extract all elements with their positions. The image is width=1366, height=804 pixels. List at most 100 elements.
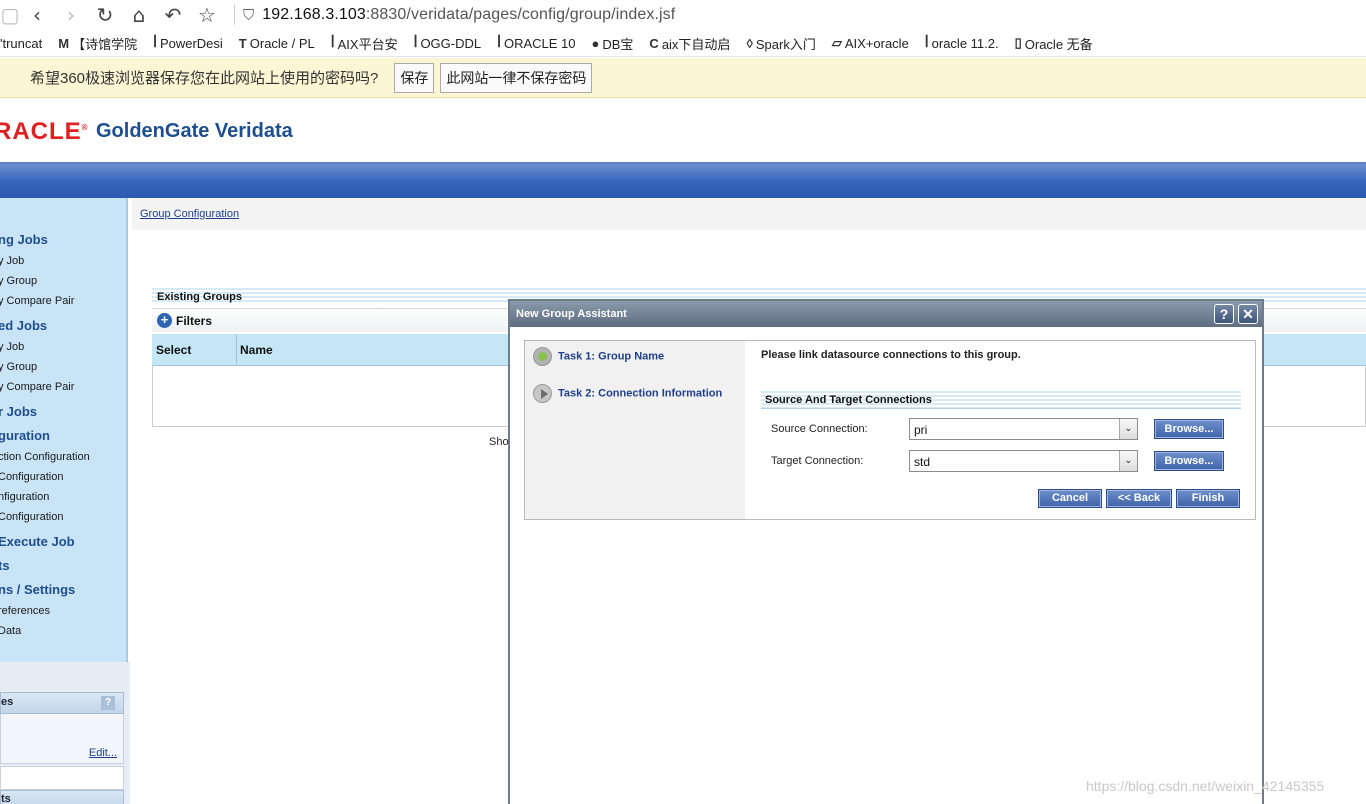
address-bar[interactable]: 192.168.3.103:8830/veridata/pages/config…	[262, 6, 675, 24]
bookmark-favicon-icon: C	[649, 35, 659, 51]
shield-icon[interactable]: ⛉	[243, 6, 254, 24]
bookmark-label: OGG-DDL	[420, 35, 482, 51]
bookmark-label: ORACLE 10	[503, 35, 576, 51]
reload-icon[interactable]: ↻	[88, 3, 122, 27]
bookmark-item[interactable]: ▱ AIX+oracle	[832, 35, 909, 51]
dialog-close-icon[interactable]: ✕	[1238, 304, 1258, 324]
nav-item[interactable]: y Group	[0, 275, 37, 287]
target-connection-label: Target Connection:	[771, 455, 864, 467]
nav-item[interactable]: y Compare Pair	[0, 381, 74, 393]
nav-section-header[interactable]: r Jobs	[0, 404, 37, 419]
bookmark-item[interactable]: ꟾ PowerDesi	[153, 35, 223, 51]
existing-groups-title: Existing Groups	[157, 291, 242, 303]
target-connection-select[interactable]: std ⌄	[909, 450, 1138, 472]
bookmark-star-icon[interactable]: ☆	[190, 3, 224, 27]
breadcrumb: Group Configuration	[132, 198, 1366, 230]
home-icon[interactable]: ⌂	[122, 3, 156, 27]
left-bottom-panel: es ? Edit... ts	[0, 662, 130, 804]
nav-section-header[interactable]: ns / Settings	[0, 582, 75, 597]
nav-item[interactable]: y Group	[0, 361, 37, 373]
page-icon: ▢	[0, 3, 20, 27]
nav-section-header[interactable]: guration	[0, 428, 50, 443]
chevron-down-icon[interactable]: ⌄	[1119, 419, 1137, 439]
bookmark-label: Oracle / PL	[249, 35, 315, 51]
dialog-title-bar[interactable]: New Group Assistant ? ✕	[510, 301, 1262, 327]
task-list: Task 1: Group Name Task 2: Connection In…	[525, 341, 745, 519]
bookmark-item[interactable]: M 【诗馆学院	[58, 34, 137, 53]
task-current-arrow-icon	[533, 384, 552, 403]
toolbar-divider	[234, 5, 235, 25]
nav-item[interactable]: y Job	[0, 341, 24, 353]
bookmark-favicon-icon: ꟾ	[153, 35, 157, 50]
forward-icon[interactable]: ›	[54, 3, 88, 27]
bookmark-label: AIX+oracle	[844, 35, 909, 51]
bookmark-label: PowerDesi	[159, 35, 223, 51]
cancel-button[interactable]: Cancel	[1038, 489, 1102, 508]
nav-section-header[interactable]: Execute Job	[0, 534, 75, 549]
task-2-label: Task 2: Connection Information	[558, 387, 723, 400]
chevron-down-icon[interactable]: ⌄	[1119, 451, 1137, 471]
bookmark-item[interactable]: ꟾ OGG-DDL	[414, 35, 482, 51]
nav-item[interactable]: Configuration	[0, 471, 63, 483]
bookmark-favicon-icon: ▯	[1014, 35, 1022, 50]
new-group-assistant-dialog: New Group Assistant ? ✕ Task 1: Group Na…	[508, 299, 1264, 804]
back-button[interactable]: << Back	[1106, 489, 1172, 508]
oracle-logo: RACLE®	[0, 118, 89, 146]
nav-section-header[interactable]: ts	[0, 558, 10, 573]
finish-button[interactable]: Finish	[1176, 489, 1240, 508]
undo-icon[interactable]: ↶	[156, 3, 190, 27]
nav-item[interactable]: ction Configuration	[0, 451, 90, 463]
bookmark-item[interactable]: ● DB宝	[592, 34, 634, 53]
bookmark-label: Spark入门	[755, 36, 816, 52]
task-1-label: Task 1: Group Name	[558, 350, 665, 363]
dialog-help-icon[interactable]: ?	[1214, 304, 1234, 324]
bookmark-item[interactable]: ▯ Oracle 无备	[1015, 34, 1093, 53]
bookmark-item[interactable]: Caix下自动启	[649, 34, 730, 53]
nav-item[interactable]: nfiguration	[0, 491, 49, 503]
nav-item[interactable]: Data	[0, 625, 21, 637]
favorites-panel-header: es ?	[0, 692, 124, 714]
edit-link[interactable]: Edit...	[89, 747, 117, 759]
panel-input-area	[0, 766, 124, 790]
browse-source-button[interactable]: Browse...	[1154, 419, 1224, 439]
bookmark-item[interactable]: ꟾ AIX平台安	[331, 34, 398, 53]
favorites-panel-title: es	[1, 696, 14, 708]
help-icon[interactable]: ?	[101, 696, 115, 710]
task-connection-information[interactable]: Task 2: Connection Information	[533, 384, 722, 403]
connections-section-title: Source And Target Connections	[765, 394, 932, 406]
second-panel-title: ts	[1, 793, 11, 804]
save-password-button[interactable]: 保存	[394, 62, 435, 93]
column-divider	[236, 334, 237, 366]
column-header-name[interactable]: Name	[240, 343, 273, 357]
bookmark-favicon-icon: ◊	[746, 35, 753, 51]
bookmark-favicon-icon: ●	[591, 35, 600, 51]
nav-section-header[interactable]: ng Jobs	[0, 232, 48, 247]
bookmark-item[interactable]: ◊ Spark入门	[746, 34, 815, 53]
nav-item[interactable]: references	[0, 605, 50, 617]
app-title: GoldenGate Veridata	[96, 120, 293, 142]
nav-item[interactable]: y Compare Pair	[0, 295, 74, 307]
task-group-name[interactable]: Task 1: Group Name	[533, 347, 664, 366]
bookmark-favicon-icon: ꟾ	[330, 35, 335, 50]
bookmark-item[interactable]: T Oracle / PL	[239, 36, 315, 51]
bookmark-item[interactable]: 'truncat	[0, 36, 42, 51]
bookmark-item[interactable]: ꟾ oracle 11.2.	[925, 35, 999, 51]
breadcrumb-group-configuration[interactable]: Group Configuration	[140, 208, 239, 220]
bookmark-favicon-icon: ꟾ	[497, 35, 501, 50]
source-connection-value: pri	[914, 423, 928, 437]
nav-section-header[interactable]: ed Jobs	[0, 318, 47, 333]
dialog-content: Task 1: Group Name Task 2: Connection In…	[524, 340, 1256, 520]
browse-target-button[interactable]: Browse...	[1154, 451, 1224, 471]
nav-item[interactable]: Configuration	[0, 511, 63, 523]
expand-plus-icon[interactable]: +	[157, 313, 172, 328]
nav-item[interactable]: y Job	[0, 255, 24, 267]
bookmarks-bar: 'truncat M 【诗馆学院 ꟾ PowerDesi T Oracle / PL ꟾ AIX…	[0, 30, 1366, 57]
bookmark-label: oracle 11.2.	[931, 35, 999, 51]
bookmark-item[interactable]: ꟾ ORACLE 10	[497, 35, 575, 51]
dialog-instructions: Please link datasource connections to th…	[761, 349, 1021, 361]
column-header-select[interactable]: Select	[156, 343, 191, 357]
source-connection-select[interactable]: pri ⌄	[909, 418, 1138, 440]
back-icon[interactable]: ‹	[20, 3, 54, 27]
url-path: :8830/veridata/pages/config/group/index.…	[365, 6, 676, 23]
never-save-password-button[interactable]: 此网站一律不保存密码	[440, 62, 593, 93]
